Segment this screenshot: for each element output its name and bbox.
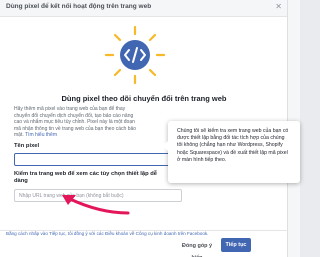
info-tooltip: Chúng tôi sẽ kiểm tra xem trang web của …	[162, 121, 300, 183]
code-brackets-icon	[104, 25, 166, 85]
dialog-title: Dùng pixel để kết nối hoạt động trên tra…	[6, 3, 152, 10]
annotation-arrow	[62, 195, 130, 215]
close-icon[interactable]: ✕	[275, 2, 282, 11]
website-check-label: Kiểm tra trang web để xem các tùy chọn t…	[14, 171, 158, 184]
terms-text[interactable]: Bằng cách nhấp vào Tiếp tục, tôi đồng ý …	[6, 231, 288, 236]
dialog-header: Dùng pixel để kết nối hoạt động trên tra…	[0, 0, 287, 17]
pixel-name-input[interactable]	[14, 153, 184, 166]
feedback-button[interactable]: Đóng góp ý kiến	[176, 240, 218, 257]
learn-more-link[interactable]: Tìm hiểu thêm	[25, 132, 57, 138]
continue-button[interactable]: Tiếp tục	[221, 238, 251, 252]
main-title: Dùng pixel theo dõi chuyển đổi trên tran…	[61, 94, 227, 103]
tooltip-arrow	[162, 141, 168, 151]
description: Hãy thêm mã pixel vào trang web của bạn …	[14, 106, 142, 139]
tooltip-text: Chúng tôi sẽ kiểm tra xem trang web của …	[177, 128, 289, 163]
pixel-name-label: Tên pixel	[14, 143, 40, 149]
